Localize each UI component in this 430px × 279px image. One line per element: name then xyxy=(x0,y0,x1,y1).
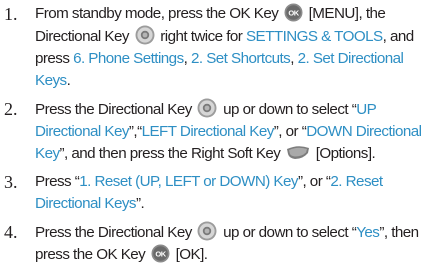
ok-key-icon-label: OK xyxy=(155,249,166,258)
step-text: ”, or “ xyxy=(273,123,307,140)
instruction-steps: 1. From standby mode, press the OK Key O… xyxy=(4,3,428,272)
step-number: 1. xyxy=(4,4,18,24)
directional-key-icon xyxy=(197,98,217,118)
step-text: [OK]. xyxy=(175,246,208,263)
step-2: 2. Press the Directional Key up or down … xyxy=(4,98,428,165)
step-text: , xyxy=(183,50,188,67)
menu-reference: 2. Set Shortcuts xyxy=(190,50,291,67)
step-text: . xyxy=(66,72,71,89)
step-text: up or down to select “ xyxy=(223,101,357,118)
step-text: Press the Directional Key xyxy=(35,224,192,241)
ok-key-icon: OK xyxy=(151,244,170,263)
directional-key-icon xyxy=(135,25,155,45)
step-number: 4. xyxy=(4,222,18,242)
step-text: [Options]. xyxy=(315,145,376,162)
step-number: 3. xyxy=(4,172,18,192)
step-text: up or down to select “ xyxy=(223,224,357,241)
step-3: 3. Press “1. Reset (UP, LEFT or DOWN) Ke… xyxy=(4,171,428,215)
step-text: From standby mode, press the OK Key xyxy=(35,5,279,22)
menu-reference: Yes xyxy=(356,224,380,241)
step-text: ”. xyxy=(135,195,145,212)
menu-reference: 1. Reset (UP, LEFT or DOWN) Key xyxy=(79,173,298,190)
ok-key-icon-label: OK xyxy=(288,8,299,17)
menu-reference: LEFT Directional Key xyxy=(141,123,275,140)
ok-key-icon: OK xyxy=(284,3,303,22)
step-number: 2. xyxy=(4,99,18,119)
step-text: ”,“ xyxy=(128,123,142,140)
right-soft-key-icon xyxy=(287,146,310,159)
menu-reference: 6. Phone Settings xyxy=(73,50,184,67)
step-text: ”, or “ xyxy=(297,173,331,190)
menu-reference: SETTINGS & TOOLS xyxy=(245,28,383,45)
step-text: Press “ xyxy=(35,173,80,190)
step-1: 1. From standby mode, press the OK Key O… xyxy=(4,3,428,92)
step-4: 4. Press the Directional Key up or down … xyxy=(4,221,428,266)
step-text: ”, and then press the Right Soft Key xyxy=(59,145,281,162)
directional-key-icon xyxy=(197,221,217,241)
step-text: , xyxy=(290,50,294,67)
step-text: right twice for xyxy=(160,28,243,45)
step-text: Press the Directional Key xyxy=(35,101,192,118)
